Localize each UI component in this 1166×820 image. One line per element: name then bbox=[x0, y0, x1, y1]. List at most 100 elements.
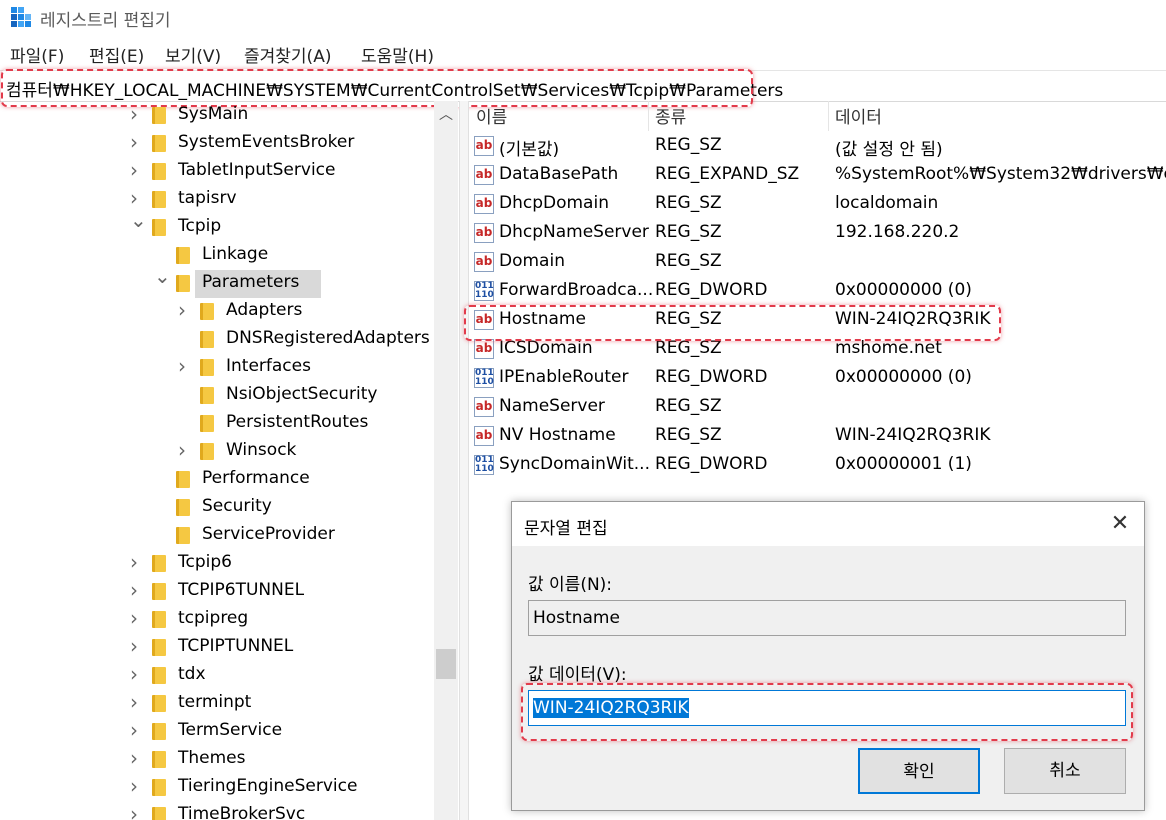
menu-edit[interactable]: 편집(E) bbox=[89, 42, 144, 67]
value-type: REG_DWORD bbox=[655, 454, 768, 474]
column-type[interactable]: 종류 bbox=[655, 103, 686, 131]
collapsed-chevron-icon[interactable]: › bbox=[130, 774, 144, 798]
tree-item[interactable]: › Interfaces bbox=[0, 354, 434, 382]
tree-item-label: tcpipreg bbox=[178, 608, 249, 628]
folder-icon bbox=[152, 163, 166, 180]
value-row[interactable]: 011 110 IPEnableRouter REG_DWORD 0x00000000 … bbox=[468, 364, 1166, 393]
close-icon[interactable]: ✕ bbox=[1106, 510, 1134, 538]
string-value-icon: ab bbox=[474, 136, 494, 156]
value-row[interactable]: ab DhcpDomain REG_SZ localdomain bbox=[468, 190, 1166, 219]
folder-icon bbox=[176, 499, 190, 516]
tree-item[interactable]: DNSRegisteredAdapters bbox=[0, 326, 434, 354]
value-row[interactable]: ab ICSDomain REG_SZ mshome.net bbox=[468, 335, 1166, 364]
registry-editor-app-icon bbox=[11, 7, 31, 27]
collapsed-chevron-icon[interactable]: › bbox=[130, 634, 144, 658]
ok-button[interactable]: 확인 bbox=[858, 748, 980, 794]
tree-item[interactable]: › SysMain bbox=[0, 102, 434, 130]
tree-item[interactable]: › TCPIPTUNNEL bbox=[0, 634, 434, 662]
tree-item-label: terminpt bbox=[178, 692, 252, 712]
collapsed-chevron-icon[interactable]: › bbox=[130, 550, 144, 574]
value-data: mshome.net bbox=[835, 338, 942, 358]
tree-item[interactable]: › TieringEngineService bbox=[0, 774, 434, 802]
tree-item-label: TimeBrokerSvc bbox=[178, 804, 306, 820]
value-row[interactable]: ab (기본값) REG_SZ (값 설정 안 됨) bbox=[468, 132, 1166, 161]
collapsed-chevron-icon[interactable]: › bbox=[130, 662, 144, 686]
tree-item[interactable]: › Themes bbox=[0, 746, 434, 774]
tree-item[interactable]: PersistentRoutes bbox=[0, 410, 434, 438]
collapsed-chevron-icon[interactable]: › bbox=[130, 606, 144, 630]
value-row[interactable]: 011 110 SyncDomainWit... REG_DWORD 0x0000000… bbox=[468, 451, 1166, 480]
collapsed-chevron-icon[interactable]: › bbox=[130, 158, 144, 182]
collapsed-chevron-icon[interactable]: › bbox=[130, 746, 144, 770]
tree-item[interactable]: Security bbox=[0, 494, 434, 522]
tree-item[interactable]: › TabletInputService bbox=[0, 158, 434, 186]
value-row[interactable]: ab NameServer REG_SZ bbox=[468, 393, 1166, 422]
tree-item[interactable]: › tcpipreg bbox=[0, 606, 434, 634]
value-data-text[interactable]: WIN-24IQ2RQ3RIK bbox=[533, 698, 689, 718]
tree-item-label: Tcpip bbox=[178, 216, 222, 236]
collapsed-chevron-icon[interactable]: › bbox=[178, 438, 192, 462]
value-row[interactable]: ab DhcpNameServer REG_SZ 192.168.220.2 bbox=[468, 219, 1166, 248]
tree-item[interactable]: ServiceProvider bbox=[0, 522, 434, 550]
value-name: ForwardBroadca... bbox=[499, 280, 654, 300]
collapsed-chevron-icon[interactable]: › bbox=[130, 130, 144, 154]
column-divider[interactable] bbox=[648, 101, 649, 131]
collapsed-chevron-icon[interactable]: › bbox=[130, 690, 144, 714]
folder-icon bbox=[152, 611, 166, 628]
value-row[interactable]: ab NV Hostname REG_SZ WIN-24IQ2RQ3RIK bbox=[468, 422, 1166, 451]
tree-item[interactable]: ⌄ Tcpip bbox=[0, 208, 434, 242]
value-type: REG_SZ bbox=[655, 193, 722, 213]
tree-scrollbar[interactable]: ︿ bbox=[434, 101, 458, 820]
tree-item[interactable]: › SystemEventsBroker bbox=[0, 130, 434, 158]
menu-file[interactable]: 파일(F) bbox=[10, 42, 64, 67]
string-value-icon: ab bbox=[474, 426, 494, 446]
tree-item[interactable]: › Winsock bbox=[0, 438, 434, 466]
collapsed-chevron-icon[interactable]: › bbox=[130, 718, 144, 742]
tree-item[interactable]: NsiObjectSecurity bbox=[0, 382, 434, 410]
folder-icon bbox=[152, 135, 166, 152]
menu-view[interactable]: 보기(V) bbox=[165, 42, 221, 67]
address-path[interactable]: 컴퓨터₩HKEY_LOCAL_MACHINE₩SYSTEM₩CurrentCon… bbox=[6, 76, 783, 101]
collapsed-chevron-icon[interactable]: › bbox=[178, 298, 192, 322]
collapsed-chevron-icon[interactable]: › bbox=[130, 578, 144, 602]
collapsed-chevron-icon[interactable]: › bbox=[130, 186, 144, 210]
tree-item[interactable]: › tapisrv bbox=[0, 186, 434, 214]
string-value-icon: ab bbox=[474, 223, 494, 243]
tree-item-label: TCPIP6TUNNEL bbox=[178, 580, 305, 600]
binary-value-icon: 011 110 bbox=[474, 368, 494, 388]
expanded-chevron-icon[interactable]: ⌄ bbox=[154, 264, 171, 288]
value-row[interactable]: ab DataBasePath REG_EXPAND_SZ %SystemRoot%₩… bbox=[468, 161, 1166, 190]
tree-item[interactable]: › Adapters bbox=[0, 298, 434, 326]
menu-help[interactable]: 도움말(H) bbox=[361, 42, 434, 67]
scroll-thumb[interactable] bbox=[436, 649, 456, 679]
tree-item[interactable]: › terminpt bbox=[0, 690, 434, 718]
tree-item[interactable]: Performance bbox=[0, 466, 434, 494]
collapsed-chevron-icon[interactable]: › bbox=[130, 102, 144, 126]
collapsed-chevron-icon[interactable]: › bbox=[178, 354, 192, 378]
tree-item[interactable]: › TCPIP6TUNNEL bbox=[0, 578, 434, 606]
folder-icon bbox=[200, 443, 214, 460]
tree-item[interactable]: Linkage bbox=[0, 242, 434, 270]
tree-item[interactable]: › TimeBrokerSvc bbox=[0, 802, 434, 820]
column-data[interactable]: 데이터 bbox=[835, 103, 882, 131]
expanded-chevron-icon[interactable]: ⌄ bbox=[130, 208, 147, 232]
tree-item[interactable]: › TermService bbox=[0, 718, 434, 746]
tree-item[interactable]: ⌄ Parameters bbox=[0, 264, 434, 298]
address-bar[interactable]: 컴퓨터₩HKEY_LOCAL_MACHINE₩SYSTEM₩CurrentCon… bbox=[0, 70, 1166, 102]
tree-item[interactable]: › tdx bbox=[0, 662, 434, 690]
value-row[interactable]: 011 110 ForwardBroadca... REG_DWORD 0x000000… bbox=[468, 277, 1166, 306]
value-data-field[interactable]: WIN-24IQ2RQ3RIK bbox=[528, 690, 1126, 726]
value-row[interactable]: ab Hostname REG_SZ WIN-24IQ2RQ3RIK bbox=[468, 306, 1166, 335]
column-divider[interactable] bbox=[828, 101, 829, 131]
value-type: REG_SZ bbox=[655, 338, 722, 358]
key-tree[interactable]: › SysMain › SystemEventsBroker › TabletInputS… bbox=[0, 101, 458, 820]
tree-item[interactable]: › Tcpip6 bbox=[0, 550, 434, 578]
collapsed-chevron-icon[interactable]: › bbox=[130, 802, 144, 820]
string-value-icon: ab bbox=[474, 397, 494, 417]
cancel-button[interactable]: 취소 bbox=[1004, 748, 1126, 794]
scroll-up-arrow-icon[interactable]: ︿ bbox=[434, 101, 458, 127]
column-name[interactable]: 이름 bbox=[476, 103, 507, 131]
folder-icon bbox=[152, 751, 166, 768]
value-row[interactable]: ab Domain REG_SZ bbox=[468, 248, 1166, 277]
menu-favorites[interactable]: 즐겨찾기(A) bbox=[244, 42, 331, 67]
